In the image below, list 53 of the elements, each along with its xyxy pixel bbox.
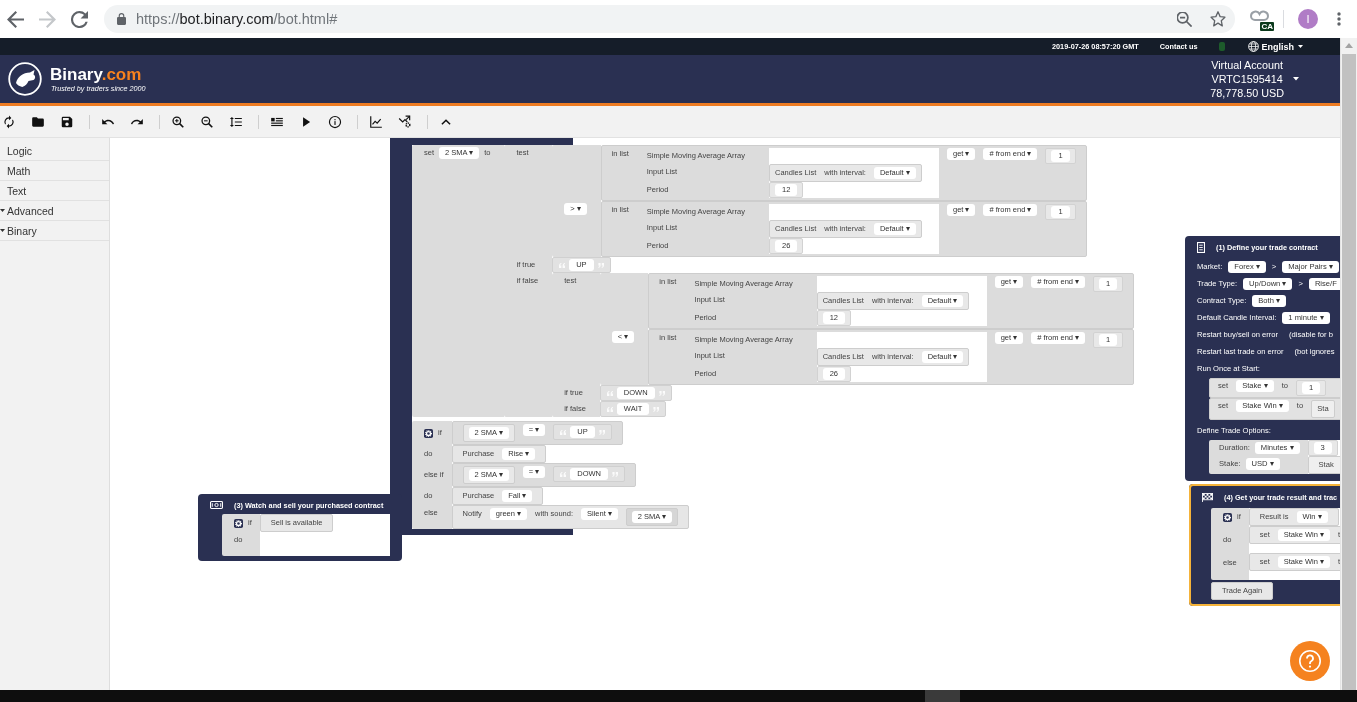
account-type: Virtual Account (1210, 58, 1284, 72)
menu-icon[interactable] (1337, 12, 1341, 26)
account-id[interactable]: VRTC1595414 (1210, 72, 1284, 86)
brand-name: Binary.com (50, 65, 143, 84)
close-quote-icon (612, 471, 618, 477)
open-quote-icon (559, 262, 566, 268)
sync-icon[interactable] (2, 114, 16, 129)
sidebar-item[interactable]: Logic (0, 141, 109, 161)
arrow-gear-icon[interactable] (398, 114, 412, 129)
logo-icon (8, 62, 42, 96)
line-chart-icon[interactable] (369, 114, 383, 129)
close-quote-icon (653, 406, 660, 412)
sidebar-item[interactable]: Text (0, 181, 109, 201)
sidebar-item[interactable]: Math (0, 161, 109, 181)
caret-icon (1298, 45, 1303, 48)
gear-icon[interactable] (424, 428, 433, 438)
open-quote-icon (560, 429, 567, 435)
info-icon[interactable] (328, 114, 342, 129)
line-spacing-icon[interactable] (229, 114, 243, 129)
checkered-flag-icon (1202, 492, 1213, 502)
document-icon (1197, 241, 1205, 253)
scrollbar-thumb[interactable] (1342, 54, 1356, 690)
close-quote-icon (658, 390, 665, 396)
reload-icon[interactable] (71, 10, 88, 28)
open-quote-icon (606, 406, 613, 412)
banknote-icon (210, 501, 223, 509)
zoom-out-icon[interactable] (200, 114, 214, 129)
scrollbar[interactable] (1340, 38, 1357, 690)
close-quote-icon (597, 262, 604, 268)
gear-icon[interactable] (234, 518, 243, 528)
caret-icon (0, 209, 5, 212)
address-bar[interactable]: https://bot.binary.com/bot.html# (104, 5, 1235, 33)
language-selector[interactable]: English (1248, 41, 1303, 52)
sidebar-item[interactable]: Advanced (0, 201, 109, 221)
close-quote-icon (598, 429, 605, 435)
caret-icon[interactable] (1293, 77, 1299, 81)
gear-icon[interactable] (1223, 512, 1232, 522)
sidebar-item[interactable]: Binary (0, 221, 109, 241)
folder-icon[interactable] (31, 114, 45, 129)
help-button[interactable] (1290, 641, 1330, 681)
extension-badge: CA (1260, 22, 1274, 31)
star-icon[interactable] (1210, 11, 1226, 27)
extension-icon[interactable] (1250, 10, 1269, 21)
caret-icon (0, 229, 5, 232)
globe-icon (1248, 41, 1260, 52)
save-icon[interactable] (60, 114, 74, 129)
lock-icon (117, 13, 126, 25)
account-balance: 78,778.50 USD (1210, 86, 1284, 100)
open-quote-icon (606, 390, 613, 396)
open-quote-icon (560, 471, 567, 477)
back-arrow-icon[interactable] (7, 10, 24, 28)
help-icon (1299, 650, 1321, 672)
zoom-in-icon[interactable] (171, 114, 185, 129)
